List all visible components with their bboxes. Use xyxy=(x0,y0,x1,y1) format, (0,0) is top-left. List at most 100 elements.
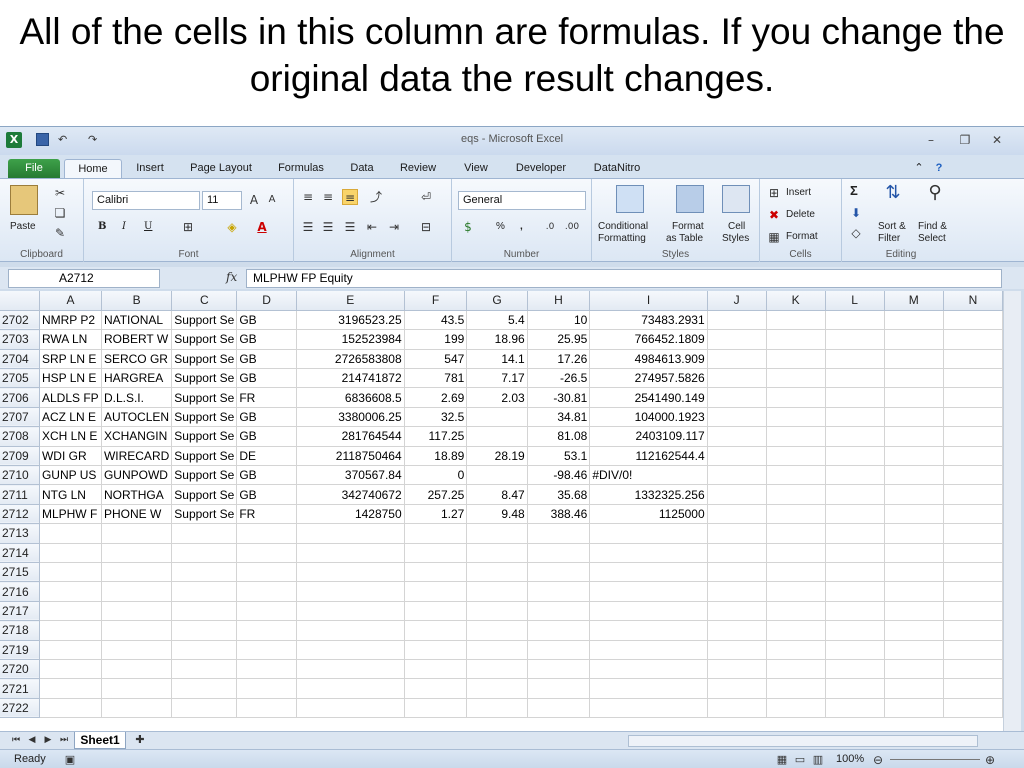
cell-k2720[interactable] xyxy=(766,659,826,680)
cell-n2710[interactable] xyxy=(943,465,1003,486)
delete-cells-button[interactable]: Delete xyxy=(786,209,815,221)
cell-g2716[interactable] xyxy=(466,581,528,602)
cell-m2720[interactable] xyxy=(884,659,944,680)
number-format-select[interactable]: General xyxy=(458,191,586,210)
cell-h2722[interactable] xyxy=(527,698,591,719)
row-header[interactable]: 2710 xyxy=(0,465,40,486)
cell-a2716[interactable] xyxy=(39,581,102,602)
cell-j2714[interactable] xyxy=(707,543,767,563)
cell-n2722[interactable] xyxy=(943,698,1003,719)
cell-j2706[interactable] xyxy=(707,387,767,408)
cell-a2720[interactable] xyxy=(39,659,102,680)
cell-g2705[interactable]: 7.17 xyxy=(466,368,528,389)
cell-g2706[interactable]: 2.03 xyxy=(466,387,528,408)
align-right-icon[interactable]: ☰ xyxy=(342,219,358,235)
cell-b2711[interactable]: NORTHGA xyxy=(101,484,173,505)
cell-m2705[interactable] xyxy=(884,368,944,389)
cell-l2716[interactable] xyxy=(825,581,885,602)
vertical-scrollbar[interactable] xyxy=(1003,291,1021,731)
cell-i2715[interactable] xyxy=(589,562,708,583)
sort-filter-label[interactable]: Sort & xyxy=(878,221,906,233)
cell-c2715[interactable] xyxy=(171,562,238,583)
cell-j2717[interactable] xyxy=(707,601,767,622)
cell-k2703[interactable] xyxy=(766,329,826,350)
prev-sheet-icon[interactable]: ◀ xyxy=(24,732,40,748)
cell-a2704[interactable]: SRP LN E xyxy=(39,349,102,370)
cell-g2713[interactable] xyxy=(466,523,528,544)
cell-n2712[interactable] xyxy=(943,504,1003,525)
cell-h2712[interactable]: 388.46 xyxy=(527,504,591,525)
insert-cells-icon[interactable]: ⊞ xyxy=(766,185,782,201)
cell-l2720[interactable] xyxy=(825,659,885,680)
font-color-icon[interactable]: A xyxy=(254,219,270,235)
cell-e2705[interactable]: 214741872 xyxy=(296,368,405,389)
cell-m2703[interactable] xyxy=(884,329,944,350)
cell-f2704[interactable]: 547 xyxy=(404,349,468,370)
cell-m2719[interactable] xyxy=(884,640,944,660)
cell-m2706[interactable] xyxy=(884,387,944,408)
cell-d2721[interactable] xyxy=(236,678,297,699)
next-sheet-icon[interactable]: ▶ xyxy=(40,732,56,748)
cell-d2705[interactable]: GB xyxy=(236,368,297,389)
cell-d2707[interactable]: GB xyxy=(236,407,297,428)
cell-c2714[interactable] xyxy=(171,543,238,563)
cell-i2721[interactable] xyxy=(589,678,708,699)
increase-indent-icon[interactable]: ⇥ xyxy=(386,219,402,235)
column-header-a[interactable]: A xyxy=(39,291,102,311)
cell-a2722[interactable] xyxy=(39,698,102,719)
cell-l2712[interactable] xyxy=(825,504,885,525)
cell-h2702[interactable]: 10 xyxy=(527,310,591,331)
cell-f2713[interactable] xyxy=(404,523,468,544)
cell-i2702[interactable]: 73483.2931 xyxy=(589,310,708,331)
cell-m2709[interactable] xyxy=(884,446,944,467)
cell-f2714[interactable] xyxy=(404,543,468,563)
column-header-l[interactable]: L xyxy=(825,291,885,311)
cell-i2708[interactable]: 2403109.117 xyxy=(589,426,708,447)
format-as-table-icon[interactable] xyxy=(676,185,704,213)
cell-b2703[interactable]: ROBERT W xyxy=(101,329,173,350)
cell-l2718[interactable] xyxy=(825,620,885,641)
cell-g2722[interactable] xyxy=(466,698,528,719)
cell-b2716[interactable] xyxy=(101,581,173,602)
cell-j2704[interactable] xyxy=(707,349,767,370)
orientation-icon[interactable]: ⤴ xyxy=(368,189,384,205)
cell-l2715[interactable] xyxy=(825,562,885,583)
cell-g2714[interactable] xyxy=(466,543,528,563)
cell-styles-label[interactable]: Cell xyxy=(728,221,745,233)
normal-view-icon[interactable]: ▦ xyxy=(774,752,790,768)
cell-l2711[interactable] xyxy=(825,484,885,505)
font-name-select[interactable]: Calibri xyxy=(92,191,200,210)
grow-font-icon[interactable]: A xyxy=(246,192,262,208)
cell-e2713[interactable] xyxy=(296,523,405,544)
align-left-icon[interactable]: ☰ xyxy=(300,219,316,235)
cell-g2721[interactable] xyxy=(466,678,528,699)
cell-k2710[interactable] xyxy=(766,465,826,486)
cell-b2718[interactable] xyxy=(101,620,173,641)
cell-m2702[interactable] xyxy=(884,310,944,331)
cell-c2706[interactable]: Support Se xyxy=(171,387,238,408)
column-header-m[interactable]: M xyxy=(884,291,944,311)
cell-g2709[interactable]: 28.19 xyxy=(466,446,528,467)
cell-m2714[interactable] xyxy=(884,543,944,563)
column-header-c[interactable]: C xyxy=(171,291,238,311)
cell-b2715[interactable] xyxy=(101,562,173,583)
cell-e2706[interactable]: 6836608.5 xyxy=(296,387,405,408)
cell-f2719[interactable] xyxy=(404,640,468,660)
cell-f2702[interactable]: 43.5 xyxy=(404,310,468,331)
row-header[interactable]: 2707 xyxy=(0,407,40,428)
cell-m2718[interactable] xyxy=(884,620,944,641)
cell-d2703[interactable]: GB xyxy=(236,329,297,350)
column-header-i[interactable]: I xyxy=(589,291,708,311)
cell-l2702[interactable] xyxy=(825,310,885,331)
cell-e2707[interactable]: 3380006.25 xyxy=(296,407,405,428)
cell-d2722[interactable] xyxy=(236,698,297,719)
cell-e2717[interactable] xyxy=(296,601,405,622)
cell-h2720[interactable] xyxy=(527,659,591,680)
cell-e2720[interactable] xyxy=(296,659,405,680)
format-painter-icon[interactable]: ✎ xyxy=(52,225,68,241)
cell-k2712[interactable] xyxy=(766,504,826,525)
cell-f2709[interactable]: 18.89 xyxy=(404,446,468,467)
cell-b2719[interactable] xyxy=(101,640,173,660)
cell-m2710[interactable] xyxy=(884,465,944,486)
cell-m2712[interactable] xyxy=(884,504,944,525)
